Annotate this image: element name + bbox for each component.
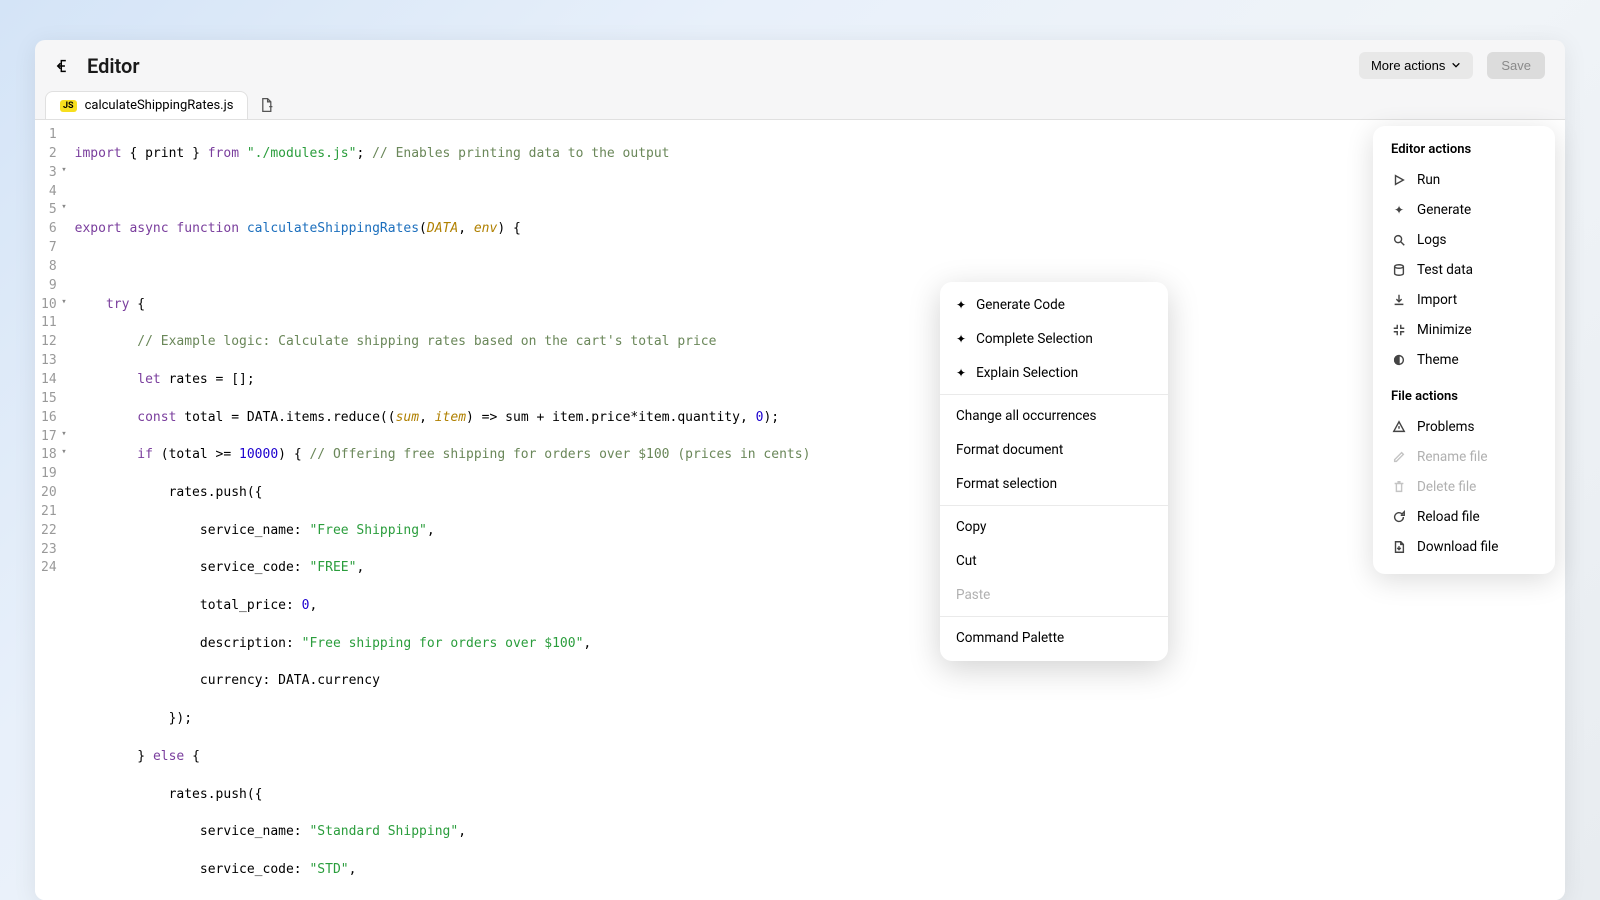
download-icon — [1391, 292, 1407, 308]
context-menu: ✦Generate Code ✦Complete Selection ✦Expl… — [940, 282, 1168, 661]
file-tab[interactable]: JS calculateShippingRates.js — [45, 91, 248, 119]
more-actions-button[interactable]: More actions — [1359, 52, 1473, 79]
actions-side-panel: Editor actions Run ✦Generate Logs Test d… — [1373, 126, 1555, 574]
minimize-icon — [1391, 322, 1407, 338]
database-icon — [1391, 262, 1407, 278]
editor-window: Editor More actions Save JS calculateShi… — [35, 40, 1565, 900]
ctx-change-occurrences[interactable]: Change all occurrences — [940, 399, 1168, 433]
action-run[interactable]: Run — [1381, 165, 1547, 195]
code-upper[interactable]: import { print } from "./modules.js"; //… — [75, 120, 1565, 900]
reload-icon — [1391, 509, 1407, 525]
header-bar: Editor More actions Save — [35, 40, 1565, 91]
sparkle-icon: ✦ — [956, 298, 966, 312]
new-file-icon[interactable] — [258, 97, 274, 113]
action-delete: Delete file — [1381, 472, 1547, 502]
action-test-data[interactable]: Test data — [1381, 255, 1547, 285]
theme-icon — [1391, 352, 1407, 368]
pencil-icon — [1391, 449, 1407, 465]
ctx-generate-code[interactable]: ✦Generate Code — [940, 288, 1168, 322]
action-download[interactable]: Download file — [1381, 532, 1547, 562]
js-badge-icon: JS — [60, 100, 77, 112]
warning-icon — [1391, 419, 1407, 435]
ctx-format-selection[interactable]: Format selection — [940, 467, 1168, 501]
search-icon — [1391, 232, 1407, 248]
back-icon[interactable] — [55, 57, 73, 75]
sparkle-icon: ✦ — [956, 332, 966, 346]
file-actions-title: File actions — [1381, 385, 1547, 412]
ctx-complete-selection[interactable]: ✦Complete Selection — [940, 322, 1168, 356]
gutter-upper: 1234 5678 9101112 13141516 17181920 2122… — [35, 120, 75, 900]
more-actions-label: More actions — [1371, 58, 1445, 73]
ctx-copy[interactable]: Copy — [940, 510, 1168, 544]
ctx-command-palette[interactable]: Command Palette — [940, 621, 1168, 655]
sparkle-icon: ✦ — [1391, 202, 1407, 218]
ctx-format-document[interactable]: Format document — [940, 433, 1168, 467]
save-button[interactable]: Save — [1487, 52, 1545, 79]
tab-filename: calculateShippingRates.js — [85, 98, 234, 113]
page-title: Editor — [87, 54, 140, 78]
ctx-cut[interactable]: Cut — [940, 544, 1168, 578]
ctx-explain-selection[interactable]: ✦Explain Selection — [940, 356, 1168, 390]
action-problems[interactable]: Problems — [1381, 412, 1547, 442]
chevron-down-icon — [1451, 58, 1461, 73]
file-download-icon — [1391, 539, 1407, 555]
play-icon — [1391, 172, 1407, 188]
action-theme[interactable]: Theme — [1381, 345, 1547, 375]
action-minimize[interactable]: Minimize — [1381, 315, 1547, 345]
action-reload[interactable]: Reload file — [1381, 502, 1547, 532]
trash-icon — [1391, 479, 1407, 495]
action-logs[interactable]: Logs — [1381, 225, 1547, 255]
action-generate[interactable]: ✦Generate — [1381, 195, 1547, 225]
code-editor-upper[interactable]: 1234 5678 9101112 13141516 17181920 2122… — [35, 119, 1565, 900]
editor-actions-title: Editor actions — [1381, 138, 1547, 165]
sparkle-icon: ✦ — [956, 366, 966, 380]
tab-bar: JS calculateShippingRates.js — [35, 91, 1565, 119]
action-rename: Rename file — [1381, 442, 1547, 472]
ctx-paste: Paste — [940, 578, 1168, 612]
action-import[interactable]: Import — [1381, 285, 1547, 315]
